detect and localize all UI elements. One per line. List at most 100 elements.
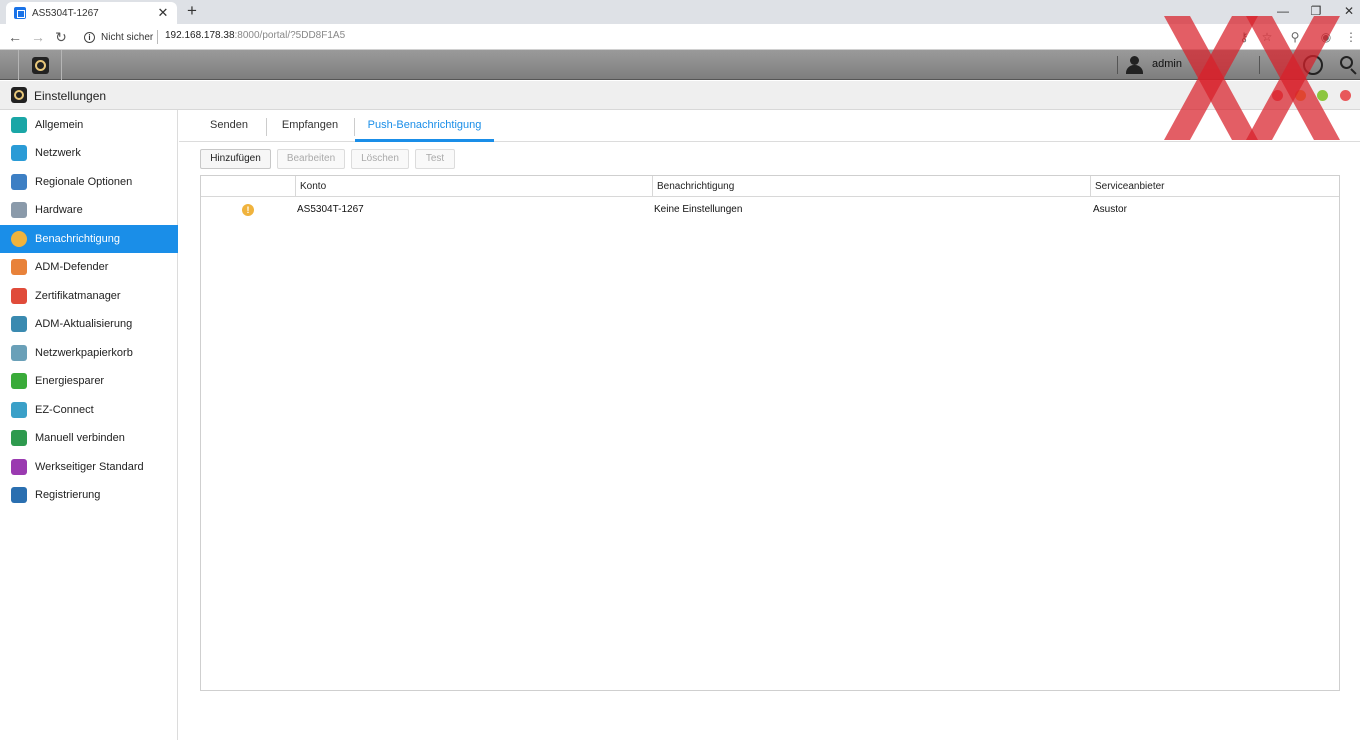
tab-title: AS5304T-1267: [32, 7, 99, 19]
cell-provider: Asustor: [1093, 204, 1127, 215]
profile-icon[interactable]: ◉: [1318, 29, 1334, 45]
settings-app-icon: [11, 87, 27, 103]
registration-icon: [11, 487, 27, 503]
settings-sidebar: Allgemein Netzwerk Regionale Optionen Hardw…: [0, 110, 178, 740]
url-field[interactable]: 192.168.178.38:8000/portal/?5DD8F1A5: [165, 30, 345, 41]
reload-button[interactable]: ↻: [52, 28, 70, 46]
tab-close-icon[interactable]: ✕: [157, 6, 169, 19]
browser-menu-icon[interactable]: ⋮: [1343, 29, 1359, 45]
toolbar-divider: [1117, 56, 1118, 74]
site-favicon-icon: [14, 7, 26, 19]
delete-button[interactable]: Löschen: [351, 149, 409, 169]
sidebar-item-label: Registrierung: [35, 489, 101, 501]
general-icon: [11, 116, 27, 133]
sidebar-item-label: Manuell verbinden: [35, 432, 125, 444]
sidebar-item-label: Hardware: [35, 204, 83, 216]
tab-senden[interactable]: Senden: [201, 110, 257, 142]
region-icon: [11, 173, 27, 190]
sidebar-item-label: EZ-Connect: [35, 403, 94, 416]
sidebar-item-werkseitiger-standard[interactable]: Werkseitiger Standard: [0, 453, 178, 481]
sidebar-item-label: Energiesparer: [35, 375, 105, 387]
security-label: Nicht sicher: [101, 31, 154, 43]
adm-home-button[interactable]: [18, 50, 62, 80]
settings-window-titlebar: Einstellungen: [0, 81, 1360, 110]
window-minimize-button[interactable]: —: [1268, 2, 1298, 20]
table-row[interactable]: ! AS5304T-1267 Keine Einstellungen Asust…: [201, 198, 1339, 222]
sidebar-item-label: Benachrichtigung: [35, 232, 121, 245]
toolbar-divider: [1259, 56, 1260, 74]
certificate-icon: [11, 287, 27, 304]
info-icon: i: [84, 31, 95, 43]
warning-icon: !: [242, 204, 254, 216]
adm-top-bar: admin: [0, 50, 1360, 80]
tab-empfangen[interactable]: Empfangen: [275, 110, 345, 142]
adm-logo-icon: [31, 56, 49, 74]
notification-icon: [11, 230, 27, 247]
key-icon[interactable]: ⚷: [1236, 29, 1252, 45]
sidebar-item-label: ADM-Aktualisierung: [35, 318, 133, 330]
sidebar-item-ez-connect[interactable]: EZ-Connect: [0, 396, 178, 424]
url-divider: [157, 30, 158, 44]
sidebar-item-label: Werkseitiger Standard: [35, 460, 144, 473]
add-button[interactable]: Hinzufügen: [200, 149, 271, 169]
window-restore-button[interactable]: ❐: [1301, 2, 1331, 20]
sidebar-item-netzwerkpapierkorb[interactable]: Netzwerkpapierkorb: [0, 339, 178, 367]
content-tabs: Senden Empfangen Push-Benachrichtigung: [179, 110, 1360, 142]
globe-icon: [11, 145, 27, 161]
reset-icon: [11, 458, 27, 475]
column-header-konto[interactable]: Konto: [295, 176, 652, 196]
username-label[interactable]: admin: [1152, 58, 1182, 70]
main-content: Senden Empfangen Push-Benachrichtigung H…: [179, 110, 1360, 740]
sidebar-item-benachrichtigung[interactable]: Benachrichtigung: [0, 224, 178, 253]
user-icon[interactable]: [1126, 56, 1143, 74]
sidebar-item-allgemein[interactable]: Allgemein: [0, 111, 178, 139]
push-accounts-table: Konto Benachrichtigung Serviceanbieter !…: [200, 175, 1340, 691]
sidebar-item-label: Netzwerkpapierkorb: [35, 346, 133, 359]
browser-tab[interactable]: AS5304T-1267 ✕: [6, 2, 177, 24]
test-button[interactable]: Test: [415, 149, 455, 169]
tab-divider: [266, 118, 267, 136]
security-indicator[interactable]: i Nicht sicher: [84, 29, 153, 45]
bookmark-star-icon[interactable]: ☆: [1259, 29, 1275, 45]
window-title: Einstellungen: [34, 89, 107, 103]
window-maximize-dot[interactable]: [1317, 90, 1328, 101]
new-tab-button[interactable]: +: [184, 2, 200, 19]
forward-button[interactable]: →: [29, 28, 47, 46]
search-icon[interactable]: [1338, 55, 1358, 75]
activity-monitor-icon[interactable]: [1303, 55, 1323, 75]
table-header: Konto Benachrichtigung Serviceanbieter: [201, 176, 1339, 197]
window-help-button[interactable]: [1272, 90, 1283, 101]
sidebar-item-label: Netzwerk: [35, 147, 81, 159]
sidebar-item-zertifikatmanager[interactable]: Zertifikatmanager: [0, 282, 178, 310]
energy-icon: [11, 373, 27, 389]
tab-push-benachrichtigung[interactable]: Push-Benachrichtigung: [355, 110, 494, 142]
browser-tab-bar: AS5304T-1267 ✕ + — ❐ ✕: [0, 0, 1360, 24]
sidebar-item-manuell-verbinden[interactable]: Manuell verbinden: [0, 424, 178, 452]
connect-icon: [11, 430, 27, 446]
address-bar: ← → ↻ i Nicht sicher 192.168.178.38:8000…: [0, 24, 1360, 50]
back-button[interactable]: ←: [6, 28, 24, 46]
sidebar-item-registrierung[interactable]: Registrierung: [0, 481, 178, 509]
cloud-icon: [11, 401, 27, 418]
edit-button[interactable]: Bearbeiten: [277, 149, 345, 169]
column-header-benachrichtigung[interactable]: Benachrichtigung: [652, 176, 1090, 196]
sidebar-item-label: Zertifikatmanager: [35, 289, 121, 302]
sidebar-item-label: Regionale Optionen: [35, 175, 133, 188]
window-close-dot[interactable]: [1340, 90, 1351, 101]
update-icon: [11, 316, 27, 332]
url-path: :8000/portal/?5DD8F1A5: [234, 30, 346, 41]
cell-account: AS5304T-1267: [297, 204, 364, 215]
url-host: 192.168.178.38: [165, 30, 235, 41]
hardware-icon: [11, 202, 27, 218]
firewall-icon: [11, 259, 27, 275]
extension-icon[interactable]: ⚲: [1287, 29, 1303, 45]
sidebar-item-adm-defender[interactable]: ADM-Defender: [0, 253, 178, 281]
sidebar-item-hardware[interactable]: Hardware: [0, 196, 178, 224]
window-minimize-dot[interactable]: [1295, 90, 1306, 101]
sidebar-item-energiesparer[interactable]: Energiesparer: [0, 367, 178, 395]
sidebar-item-adm-aktualisierung[interactable]: ADM-Aktualisierung: [0, 310, 178, 338]
column-header-serviceanbieter[interactable]: Serviceanbieter: [1090, 176, 1339, 196]
sidebar-item-netzwerk[interactable]: Netzwerk: [0, 139, 178, 167]
window-close-button[interactable]: ✕: [1334, 2, 1360, 20]
sidebar-item-regionale-optionen[interactable]: Regionale Optionen: [0, 168, 178, 196]
